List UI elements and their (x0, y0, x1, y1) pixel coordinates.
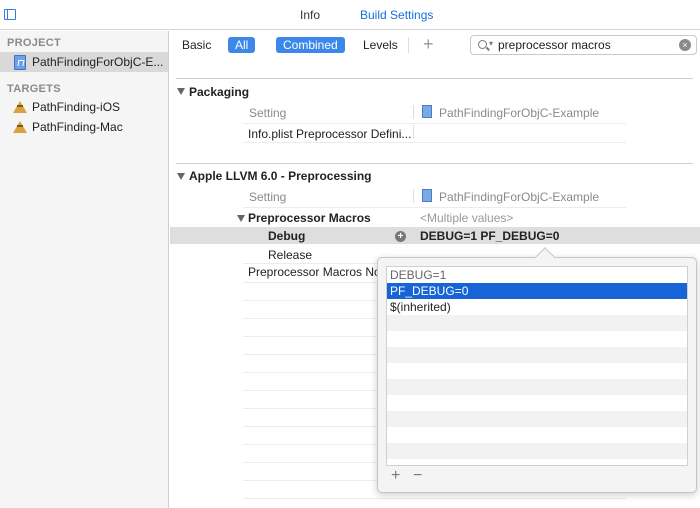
column-header-setting: Setting (249, 106, 287, 120)
list-item-selected[interactable]: PF_DEBUG=0 (387, 283, 687, 299)
setting-name-debug[interactable]: Debug (268, 229, 305, 243)
chevron-down-icon[interactable]: ▾ (489, 39, 493, 48)
tab-build-settings[interactable]: Build Settings (360, 8, 433, 22)
sidebar-item-label: PathFindingForObjC-E... (32, 55, 164, 69)
column-header-target: PathFindingForObjC-Example (439, 106, 600, 120)
add-condition-icon[interactable]: + (395, 231, 406, 242)
section-divider (176, 78, 693, 79)
row-divider (243, 498, 626, 499)
sidebar-item-label: PathFinding-iOS (32, 100, 121, 114)
disclosure-triangle-icon[interactable] (237, 215, 245, 222)
empty-row (387, 411, 687, 427)
empty-row (387, 379, 687, 395)
target-app-icon (13, 121, 27, 133)
remove-item-button[interactable]: − (413, 467, 422, 485)
section-divider (176, 163, 693, 164)
sidebar-item-label: PathFinding-Mac (32, 120, 123, 134)
section-title-llvm-preprocessing[interactable]: Apple LLVM 6.0 - Preprocessing (189, 169, 371, 183)
search-icon (478, 40, 487, 49)
sidebar-item-target-mac[interactable]: PathFinding-Mac (0, 117, 168, 137)
add-setting-button[interactable]: + (423, 35, 434, 53)
column-header-setting: Setting (249, 190, 287, 204)
editor-tab-bar: Info Build Settings (0, 0, 700, 30)
empty-row (387, 443, 687, 459)
sidebar-item-project[interactable]: PathFindingForObjC-E... (0, 52, 168, 72)
empty-row (387, 347, 687, 363)
macro-value-list[interactable]: DEBUG=1 PF_DEBUG=0 $(inherited) (386, 266, 688, 466)
row-divider (243, 142, 626, 143)
filter-basic-button[interactable]: Basic (175, 37, 218, 53)
project-file-icon (422, 105, 432, 118)
disclosure-triangle-icon[interactable] (177, 173, 185, 180)
row-divider (243, 123, 626, 124)
disclosure-triangle-icon[interactable] (177, 88, 185, 95)
setting-value-multiple[interactable]: <Multiple values> (420, 211, 513, 225)
filter-combined-button[interactable]: Combined (276, 37, 345, 53)
sidebar-toggle-icon[interactable] (4, 9, 16, 20)
targets-header: TARGETS (7, 83, 61, 95)
setting-value-debug[interactable]: DEBUG=1 PF_DEBUG=0 (420, 229, 559, 243)
empty-row (387, 427, 687, 443)
project-file-icon (422, 189, 432, 202)
column-separator (413, 105, 414, 119)
macro-list-popover: DEBUG=1 PF_DEBUG=0 $(inherited) + − (377, 247, 697, 493)
row-divider (243, 207, 626, 208)
add-item-button[interactable]: + (391, 467, 400, 485)
sidebar-item-target-ios[interactable]: PathFinding-iOS (0, 97, 168, 117)
popover-arrow (535, 247, 555, 267)
setting-name-preprocessor-macros-not-used[interactable]: Preprocessor Macros No (248, 265, 378, 279)
project-file-icon (14, 55, 26, 70)
project-sidebar: PROJECT PathFindingForObjC-E... TARGETS … (0, 31, 169, 508)
setting-name-preprocessor-macros[interactable]: Preprocessor Macros (248, 211, 371, 225)
empty-row (387, 395, 687, 411)
column-separator (413, 189, 414, 203)
empty-row (387, 363, 687, 379)
empty-row (387, 459, 687, 465)
clear-search-icon[interactable]: × (679, 39, 691, 51)
column-header-target: PathFindingForObjC-Example (439, 190, 600, 204)
section-title-packaging[interactable]: Packaging (189, 85, 249, 99)
column-separator (413, 125, 414, 139)
empty-row (387, 315, 687, 331)
toolbar-divider (408, 37, 409, 53)
filter-levels-button[interactable]: Levels (356, 37, 405, 53)
list-item[interactable]: $(inherited) (387, 299, 687, 315)
setting-name-release[interactable]: Release (268, 248, 312, 262)
tab-info[interactable]: Info (300, 8, 320, 22)
search-input[interactable] (498, 37, 678, 53)
empty-row (387, 331, 687, 347)
setting-name-info-plist-preprocessor[interactable]: Info.plist Preprocessor Defini... (248, 127, 411, 141)
target-app-icon (13, 101, 27, 113)
build-settings-filter-bar: Basic All Combined Levels + ▾ × (170, 31, 700, 60)
filter-all-button[interactable]: All (228, 37, 256, 53)
project-header: PROJECT (7, 37, 62, 49)
search-field[interactable]: ▾ × (470, 35, 697, 55)
list-item[interactable]: DEBUG=1 (387, 267, 687, 283)
